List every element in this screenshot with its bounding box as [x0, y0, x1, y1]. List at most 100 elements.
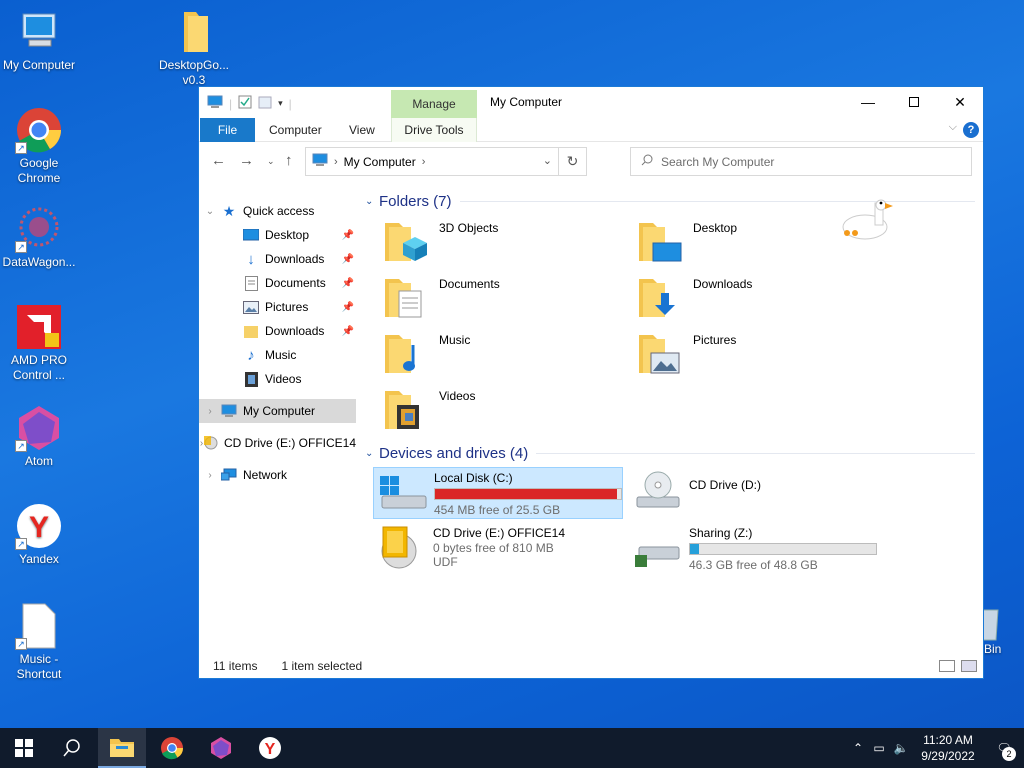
- pin-icon[interactable]: 📌: [342, 326, 354, 337]
- maximize-button[interactable]: [891, 87, 937, 117]
- taskbar-yandex[interactable]: Y: [246, 728, 294, 768]
- folder-desktop[interactable]: Desktop: [637, 217, 883, 269]
- navigation-bar: ← → ⌄ ↑ › My Computer › ⌄ ↻ Search My Co…: [199, 143, 983, 181]
- office-cd-icon: [377, 525, 427, 571]
- nav-item-music[interactable]: ♪ Music: [199, 343, 356, 367]
- cd-drive-icon: [633, 469, 683, 515]
- expand-ribbon-icon[interactable]: ⌵: [949, 121, 957, 134]
- refresh-button[interactable]: ↻: [558, 148, 586, 175]
- details-view-button[interactable]: [939, 660, 955, 672]
- expand-icon[interactable]: ›: [199, 470, 221, 481]
- forward-button[interactable]: →: [239, 152, 254, 169]
- address-bar[interactable]: › My Computer › ⌄ ↻: [305, 147, 587, 176]
- tab-view[interactable]: View: [349, 118, 375, 142]
- minimize-button[interactable]: —: [845, 87, 891, 117]
- up-button[interactable]: ↑: [285, 152, 293, 169]
- network-status-icon[interactable]: ▭: [868, 741, 890, 755]
- tab-manage[interactable]: Manage: [391, 90, 477, 118]
- computer-icon: [207, 95, 223, 112]
- nav-item-pictures[interactable]: Pictures 📌: [199, 295, 356, 319]
- tab-drive-tools[interactable]: Drive Tools: [391, 118, 477, 142]
- folder-videos[interactable]: Videos: [383, 385, 629, 437]
- desktop-icon-recycle-bin[interactable]: Bin: [977, 606, 1024, 656]
- folder-pictures[interactable]: Pictures: [637, 329, 883, 381]
- customize-qat-icon[interactable]: ▾: [278, 98, 283, 109]
- show-hidden-icons-icon[interactable]: ⌃: [848, 741, 868, 755]
- recent-locations-button[interactable]: ⌄: [267, 156, 275, 167]
- drive-name: CD Drive (E:) OFFICE14: [433, 526, 566, 540]
- drive-name: CD Drive (D:): [689, 478, 761, 492]
- pin-icon[interactable]: 📌: [342, 230, 354, 241]
- desktop-icon-desktopgo[interactable]: DesktopGo... v0.3: [155, 8, 233, 88]
- collapse-icon[interactable]: ⌄: [365, 448, 379, 459]
- drive-usage-fill: [690, 544, 700, 554]
- desktop-icon-music-shortcut[interactable]: ↗ Music - Shortcut: [0, 602, 78, 682]
- taskbar-chrome[interactable]: [148, 728, 196, 768]
- taskbar: Y ⌃ ▭ 🔈 11:20 AM 9/29/2022 🗨 2: [0, 728, 1024, 768]
- group-title: Devices and drives (4): [379, 445, 529, 462]
- yandex-icon: Y ↗: [15, 502, 63, 550]
- breadcrumb[interactable]: My Computer: [344, 155, 416, 169]
- drive-free-space: 46.3 GB free of 48.8 GB: [689, 558, 818, 572]
- properties-icon[interactable]: [238, 95, 252, 112]
- tab-file[interactable]: File: [200, 118, 255, 142]
- desktop-icon-amd[interactable]: AMD PRO Control ...: [0, 303, 78, 383]
- nav-item-downloads[interactable]: ↓ Downloads 📌: [199, 247, 356, 271]
- collapse-icon[interactable]: ⌄: [199, 206, 221, 217]
- tab-computer[interactable]: Computer: [269, 118, 322, 142]
- drive-filesystem: UDF: [433, 555, 458, 569]
- new-folder-icon[interactable]: [258, 95, 272, 112]
- close-button[interactable]: ✕: [937, 87, 983, 117]
- nav-item-videos[interactable]: Videos: [199, 367, 356, 391]
- drive-cd-e[interactable]: CD Drive (E:) OFFICE14 0 bytes free of 8…: [373, 523, 623, 575]
- volume-icon[interactable]: 🔈: [890, 741, 912, 755]
- desktop-icon-atom[interactable]: ↗ Atom: [0, 404, 78, 469]
- nav-item-network[interactable]: › Network: [199, 463, 356, 487]
- search-button[interactable]: [48, 728, 96, 768]
- folder-documents[interactable]: Documents: [383, 273, 629, 325]
- taskbar-file-explorer[interactable]: [98, 728, 146, 768]
- clock[interactable]: 11:20 AM 9/29/2022: [912, 732, 984, 764]
- back-button[interactable]: ←: [211, 152, 226, 169]
- help-button[interactable]: ?: [963, 122, 979, 138]
- clock-time: 11:20 AM: [923, 733, 973, 747]
- address-dropdown-icon[interactable]: ⌄: [543, 154, 552, 167]
- nav-quick-access[interactable]: ⌄ ★ Quick access: [199, 199, 356, 223]
- nav-item-documents[interactable]: Documents 📌: [199, 271, 356, 295]
- breadcrumb-chevron-icon[interactable]: ›: [422, 156, 426, 168]
- nav-label: CD Drive (E:) OFFICE14: [223, 436, 356, 450]
- desktop-icon-chrome[interactable]: ↗ Google Chrome: [0, 106, 78, 186]
- breadcrumb-chevron-icon[interactable]: ›: [334, 156, 338, 168]
- nav-item-desktop[interactable]: Desktop 📌: [199, 223, 356, 247]
- nav-item-downloads-2[interactable]: Downloads 📌: [199, 319, 356, 343]
- nav-item-my-computer[interactable]: › My Computer: [199, 399, 356, 423]
- desktop-icon-my-computer[interactable]: My Computer: [0, 8, 78, 73]
- amd-icon: [15, 303, 63, 351]
- svg-text:Y: Y: [29, 511, 49, 544]
- folder-music[interactable]: Music: [383, 329, 629, 381]
- large-icons-view-button[interactable]: [961, 660, 977, 672]
- action-center-button[interactable]: 🗨 2: [984, 741, 1024, 761]
- minimize-icon: —: [861, 94, 875, 110]
- search-input[interactable]: Search My Computer: [630, 147, 972, 176]
- folder-downloads[interactable]: Downloads: [637, 273, 883, 325]
- drive-cd-d[interactable]: CD Drive (D:): [629, 467, 879, 519]
- desktop-icon-yandex[interactable]: Y ↗ Yandex: [0, 502, 78, 567]
- atom-icon: [211, 737, 231, 759]
- folder-3d-objects[interactable]: 3D Objects: [383, 217, 629, 269]
- group-devices[interactable]: ⌄ Devices and drives (4): [365, 445, 975, 462]
- taskbar-atom[interactable]: [197, 728, 245, 768]
- pin-icon[interactable]: 📌: [342, 254, 354, 265]
- nav-item-cd-drive[interactable]: › CD Drive (E:) OFFICE14: [199, 431, 356, 455]
- pin-icon[interactable]: 📌: [342, 278, 354, 289]
- documents-folder-icon: [383, 273, 429, 319]
- desktop-icon-datawagon[interactable]: ↗ DataWagon...: [0, 205, 78, 270]
- drive-sharing-z[interactable]: Sharing (Z:) 46.3 GB free of 48.8 GB: [629, 523, 879, 575]
- drive-local-disk-c[interactable]: Local Disk (C:) 454 MB free of 25.5 GB: [373, 467, 623, 519]
- file-explorer-icon: [110, 739, 134, 757]
- expand-icon[interactable]: ›: [199, 406, 221, 417]
- desktop-icon-label: DesktopGo... v0.3: [158, 58, 230, 87]
- collapse-icon[interactable]: ⌄: [365, 196, 379, 207]
- pin-icon[interactable]: 📌: [342, 302, 354, 313]
- start-button[interactable]: [0, 728, 48, 768]
